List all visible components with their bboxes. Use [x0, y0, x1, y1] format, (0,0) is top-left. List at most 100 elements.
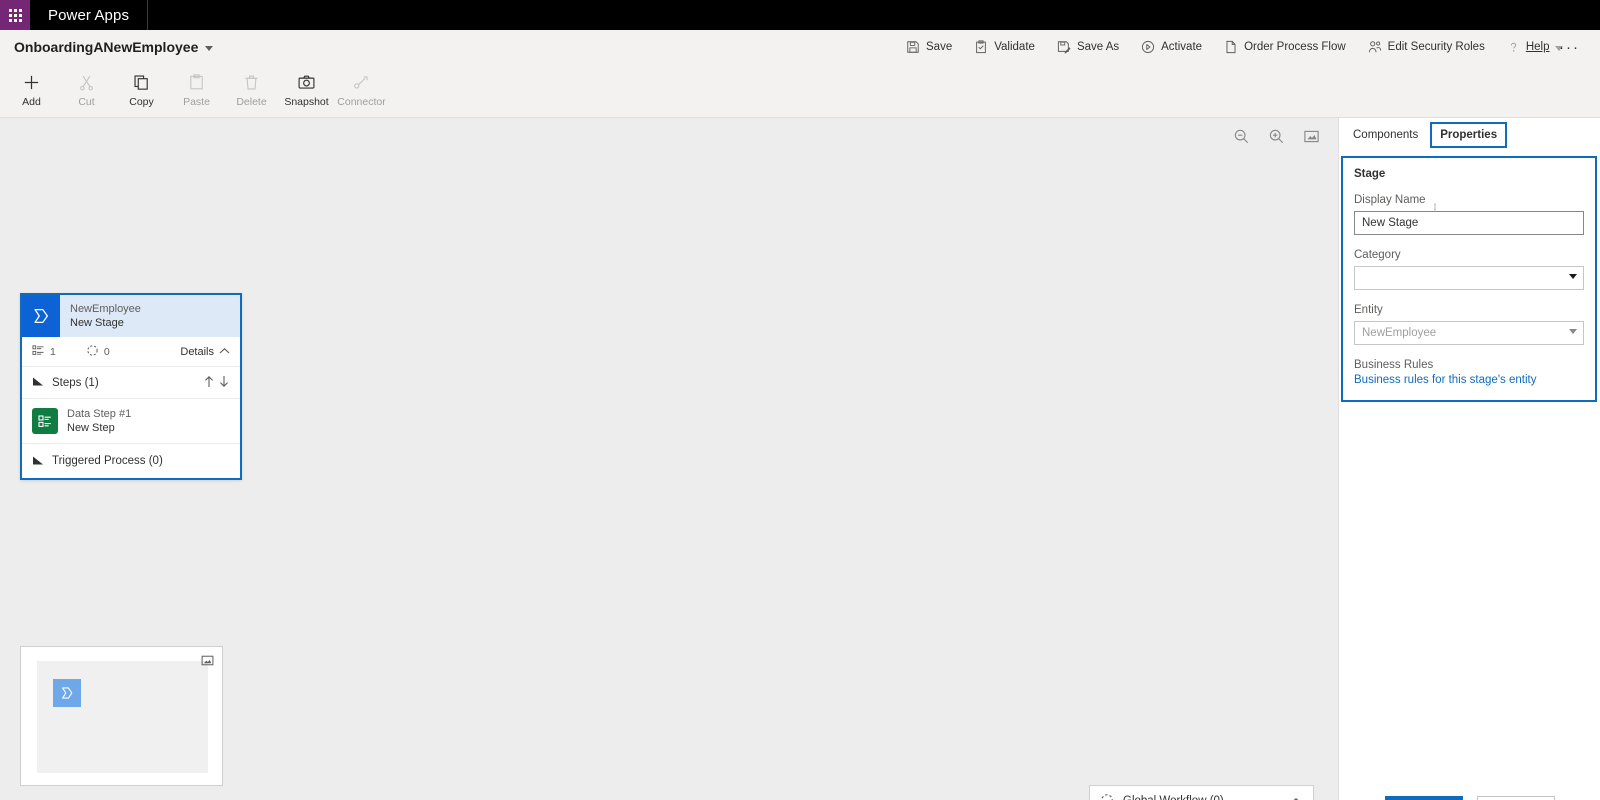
- workflow-count-value: 0: [103, 345, 110, 358]
- stage-card-header[interactable]: NewEmployee New Stage: [22, 295, 240, 337]
- steps-list-icon: [32, 344, 45, 360]
- stage-workflow-count: 0: [86, 344, 110, 360]
- triggered-process-label: Triggered Process (0): [52, 455, 163, 467]
- camera-icon: [297, 72, 316, 92]
- save-as-button[interactable]: Save As: [1046, 30, 1130, 64]
- dashed-circle-icon: [86, 344, 99, 360]
- data-step-icon: [32, 408, 58, 434]
- question-mark-icon: [1507, 41, 1520, 54]
- waffle-grid-icon: [8, 8, 22, 22]
- edit-security-roles-label: Edit Security Roles: [1387, 41, 1485, 53]
- delete-button[interactable]: Delete: [224, 64, 279, 116]
- process-canvas[interactable]: NewEmployee New Stage 1 0 Details Steps …: [0, 118, 1338, 800]
- display-name-input[interactable]: [1354, 211, 1584, 235]
- triggered-process-section[interactable]: Triggered Process (0): [22, 444, 240, 478]
- arrow-up-icon[interactable]: [203, 375, 215, 391]
- canvas-minimap[interactable]: [20, 646, 223, 786]
- display-name-field: Display Name: [1354, 194, 1584, 235]
- stage-properties-form: Stage Display Name Category Entity: [1341, 156, 1597, 402]
- activate-label: Activate: [1161, 41, 1203, 53]
- steps-sort-arrows[interactable]: [203, 375, 230, 391]
- chevron-down-icon: [205, 45, 214, 51]
- chevron-up-icon[interactable]: [1289, 794, 1303, 800]
- magnifier-plus-icon[interactable]: [1268, 128, 1285, 145]
- connector-button[interactable]: Connector: [334, 64, 389, 116]
- connector-icon: [352, 72, 371, 92]
- main-area: NewEmployee New Stage 1 0 Details Steps …: [0, 118, 1600, 800]
- stage-details-toggle[interactable]: Details: [180, 346, 230, 358]
- save-button[interactable]: Save: [895, 30, 963, 64]
- stage-steps-count: 1: [32, 344, 56, 360]
- copy-label: Copy: [129, 96, 154, 108]
- save-as-icon: [1057, 40, 1071, 54]
- command-actions: Save Validate Save As Activate Order Pro: [895, 30, 1574, 64]
- brand-bar: Power Apps: [0, 0, 1600, 30]
- step-item[interactable]: Data Step #1 New Step: [22, 399, 240, 444]
- arrow-down-icon[interactable]: [218, 375, 230, 391]
- validate-button[interactable]: Validate: [963, 30, 1046, 64]
- minimap-stage-node[interactable]: [53, 679, 81, 707]
- steps-count-value: 1: [50, 345, 56, 358]
- stage-meta-row: 1 0 Details: [22, 337, 240, 367]
- apply-button[interactable]: Apply: [1384, 796, 1463, 800]
- triangle-expander-icon: [32, 454, 44, 469]
- stage-card-titles: NewEmployee New Stage: [60, 295, 240, 337]
- order-process-flow-label: Order Process Flow: [1244, 41, 1346, 53]
- step-title: Data Step #1: [67, 408, 132, 420]
- snapshot-label: Snapshot: [284, 96, 329, 108]
- save-icon: [906, 40, 920, 54]
- edit-security-roles-button[interactable]: Edit Security Roles: [1357, 30, 1496, 64]
- snapshot-button[interactable]: Snapshot: [279, 64, 334, 116]
- global-workflow-bar[interactable]: Global Workflow (0): [1089, 785, 1314, 800]
- discard-button[interactable]: Discard: [1476, 796, 1555, 800]
- steps-section-label: Steps (1): [52, 376, 99, 389]
- business-rules-link[interactable]: Business rules for this stage's entity: [1354, 374, 1584, 386]
- stage-chevron-icon: [22, 295, 60, 337]
- tab-components[interactable]: Components: [1345, 124, 1426, 146]
- entity-label: Entity: [1354, 304, 1383, 316]
- copy-button[interactable]: Copy: [114, 64, 169, 116]
- expand-minimap-icon[interactable]: [201, 654, 214, 672]
- canvas-zoom-tools: [1233, 128, 1320, 145]
- activate-circle-icon: [1141, 40, 1155, 54]
- paste-label: Paste: [183, 96, 210, 108]
- trash-icon: [242, 72, 261, 92]
- business-rules-field: Business Rules Business rules for this s…: [1354, 359, 1584, 386]
- fit-screen-icon[interactable]: [1303, 128, 1320, 145]
- cut-label: Cut: [78, 96, 95, 108]
- category-field: Category: [1354, 249, 1584, 290]
- entity-select: [1354, 321, 1584, 345]
- dashed-circle-icon: [1100, 793, 1114, 800]
- overflow-menu-button[interactable]: ···: [1549, 30, 1590, 64]
- properties-group-title: Stage: [1354, 168, 1386, 180]
- global-workflow-label: Global Workflow (0): [1123, 795, 1224, 800]
- command-bar: OnboardingANewEmployee Save Validate Sav…: [0, 30, 1600, 64]
- document-icon: [1224, 40, 1238, 54]
- right-properties-panel: Components Properties Stage Display Name…: [1338, 118, 1600, 800]
- minimap-viewport[interactable]: [37, 661, 208, 773]
- stage-card[interactable]: NewEmployee New Stage 1 0 Details Steps …: [20, 293, 242, 480]
- waffle-menu-button[interactable]: [0, 0, 30, 30]
- plus-icon: [22, 72, 41, 92]
- add-button[interactable]: Add: [4, 64, 59, 116]
- entity-field: Entity: [1354, 304, 1584, 345]
- paste-button[interactable]: Paste: [169, 64, 224, 116]
- process-title-dropdown[interactable]: OnboardingANewEmployee: [14, 39, 214, 55]
- activate-button[interactable]: Activate: [1130, 30, 1213, 64]
- process-title-label: OnboardingANewEmployee: [14, 39, 199, 55]
- validate-label: Validate: [994, 41, 1035, 53]
- paste-icon: [187, 72, 206, 92]
- cut-button[interactable]: Cut: [59, 64, 114, 116]
- tab-properties[interactable]: Properties: [1429, 121, 1509, 149]
- display-name-label: Display Name: [1354, 194, 1426, 206]
- step-item-text: Data Step #1 New Step: [67, 407, 131, 435]
- order-process-flow-button[interactable]: Order Process Flow: [1213, 30, 1357, 64]
- triangle-expander-icon: [32, 375, 44, 390]
- category-select[interactable]: [1354, 266, 1584, 290]
- ribbon-toolbar: Add Cut Copy Paste Delete Snapshot Conne…: [0, 64, 1600, 118]
- brand-title[interactable]: Power Apps: [30, 0, 149, 30]
- panel-tabs: Components Properties: [1339, 118, 1600, 152]
- steps-section-header[interactable]: Steps (1): [22, 367, 240, 399]
- magnifier-minus-icon[interactable]: [1233, 128, 1250, 145]
- people-security-icon: [1368, 40, 1382, 54]
